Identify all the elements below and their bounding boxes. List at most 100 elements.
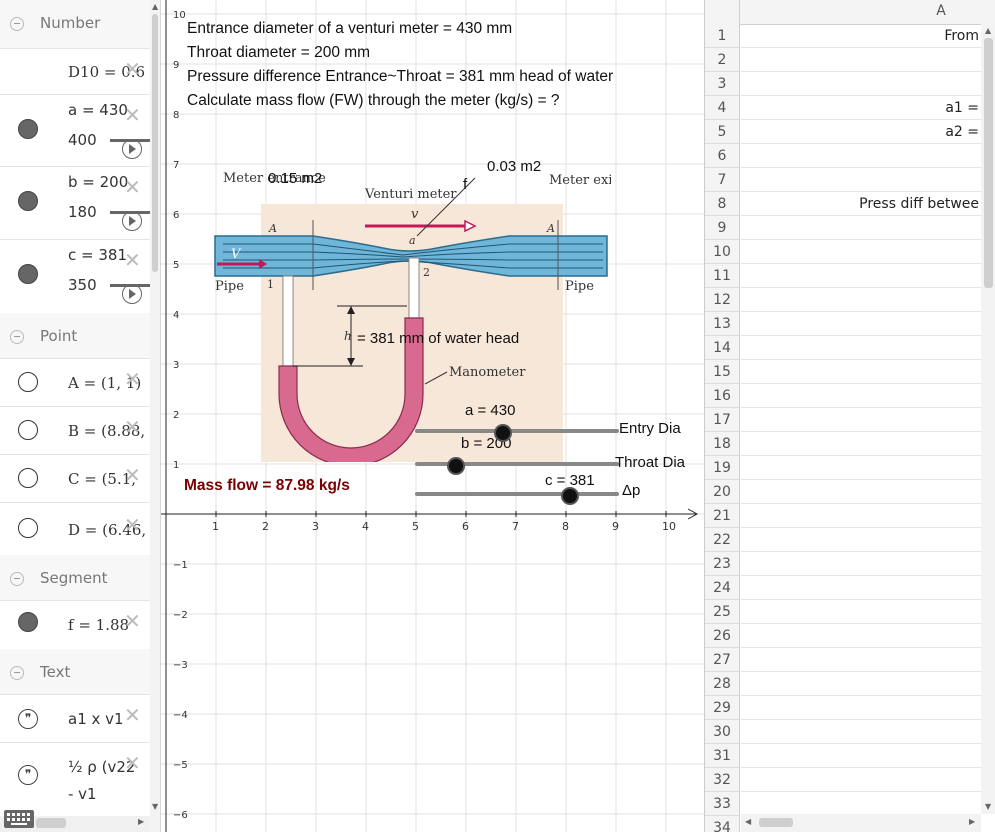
scroll-right-icon[interactable]: ▶ (969, 817, 975, 826)
delete-icon[interactable]: ✕ (124, 367, 141, 391)
spreadsheet-cell[interactable] (741, 600, 981, 624)
visibility-toggle[interactable] (18, 119, 38, 139)
section-text-header[interactable]: Text (0, 649, 150, 697)
spreadsheet-cell[interactable] (741, 168, 981, 192)
problem-statement[interactable]: Entrance diameter of a venturi meter = 4… (187, 17, 613, 113)
spreadsheet-cell[interactable] (741, 672, 981, 696)
spreadsheet-cell[interactable]: Press diff betwee (741, 192, 981, 216)
delete-icon[interactable]: ✕ (124, 609, 141, 633)
quote-icon[interactable]: ❞ (18, 765, 38, 785)
visibility-toggle[interactable] (18, 612, 38, 632)
mass-flow-result[interactable]: Mass flow = 87.98 kg/s (184, 477, 350, 495)
spreadsheet-cell[interactable] (741, 744, 981, 768)
spreadsheet-cell[interactable] (741, 48, 981, 72)
collapse-icon[interactable] (10, 330, 24, 344)
row-header[interactable]: 17 (705, 408, 740, 432)
spreadsheet-cell[interactable] (741, 240, 981, 264)
slider-a-handle[interactable] (493, 424, 512, 442)
spreadsheet-cell[interactable] (741, 432, 981, 456)
spreadsheet-cell[interactable] (741, 648, 981, 672)
row-header[interactable]: 26 (705, 624, 740, 648)
scroll-down-icon[interactable]: ▼ (152, 802, 158, 811)
collapse-icon[interactable] (10, 572, 24, 586)
row-header[interactable]: 20 (705, 480, 740, 504)
row-header[interactable]: 32 (705, 768, 740, 792)
visibility-toggle[interactable] (18, 420, 38, 440)
entry-area-label[interactable]: 0.15 m2 (268, 170, 322, 187)
spreadsheet-cell[interactable] (741, 408, 981, 432)
algebra-hscrollbar-thumb[interactable] (36, 818, 66, 828)
row-header[interactable]: 5 (705, 120, 740, 144)
scroll-right-icon[interactable]: ▶ (138, 817, 144, 826)
algebra-row-b[interactable]: b = 200 ✕ 180 (0, 166, 150, 240)
corner-cell[interactable] (705, 0, 740, 24)
row-header[interactable]: 11 (705, 264, 740, 288)
spreadsheet-cell[interactable] (741, 504, 981, 528)
row-header[interactable]: 24 (705, 576, 740, 600)
visibility-toggle[interactable] (18, 264, 38, 284)
algebra-row-text-2[interactable]: ❞ ½ ρ (v22 - v1 ✕ (0, 742, 150, 813)
spreadsheet-cell[interactable] (741, 312, 981, 336)
row-header[interactable]: 14 (705, 336, 740, 360)
head-label[interactable]: = 381 mm of water head (357, 330, 519, 347)
column-header-a[interactable]: A (741, 3, 995, 19)
visibility-toggle[interactable] (18, 468, 38, 488)
spreadsheet-cell[interactable] (741, 696, 981, 720)
section-segment-header[interactable]: Segment (0, 555, 150, 603)
algebra-row-c[interactable]: c = 381 ✕ 350 (0, 239, 150, 313)
row-header[interactable]: 13 (705, 312, 740, 336)
spreadsheet-cell[interactable] (741, 216, 981, 240)
row-header[interactable]: 28 (705, 672, 740, 696)
slider-c-track[interactable] (415, 492, 619, 496)
section-number-header[interactable]: Number (0, 0, 150, 48)
scroll-up-icon[interactable]: ▲ (152, 2, 158, 11)
algebra-row-point-b[interactable]: B = (8.88, ✕ (0, 406, 150, 455)
spreadsheet-cell[interactable] (741, 264, 981, 288)
row-header[interactable]: 9 (705, 216, 740, 240)
algebra-row-point-d[interactable]: D = (6.46, ✕ (0, 502, 150, 555)
algebra-row-a[interactable]: a = 430 ✕ 400 (0, 94, 150, 167)
throat-area-label[interactable]: 0.03 m2 (487, 158, 541, 175)
algebra-row-segment-f[interactable]: f = 1.88 ✕ (0, 600, 150, 649)
row-header[interactable]: 16 (705, 384, 740, 408)
spreadsheet-cell[interactable]: a1 = (741, 96, 981, 120)
visibility-toggle[interactable] (18, 518, 38, 538)
spreadsheet-cell[interactable] (741, 576, 981, 600)
delete-icon[interactable]: ✕ (124, 463, 141, 487)
row-header[interactable]: 21 (705, 504, 740, 528)
delete-icon[interactable]: ✕ (124, 248, 141, 272)
delete-icon[interactable]: ✕ (124, 751, 141, 775)
spreadsheet-hscrollbar-thumb[interactable] (759, 818, 793, 827)
row-header[interactable]: 15 (705, 360, 740, 384)
row-header[interactable]: 10 (705, 240, 740, 264)
spreadsheet-cell[interactable] (741, 456, 981, 480)
row-header[interactable]: 22 (705, 528, 740, 552)
spreadsheet-cell[interactable] (741, 360, 981, 384)
spreadsheet-cell[interactable] (741, 720, 981, 744)
row-header[interactable]: 12 (705, 288, 740, 312)
collapse-icon[interactable] (10, 666, 24, 680)
quote-icon[interactable]: ❞ (18, 709, 38, 729)
scroll-up-icon[interactable]: ▲ (985, 26, 991, 35)
spreadsheet-cell[interactable] (741, 768, 981, 792)
play-icon[interactable] (122, 139, 142, 159)
row-header[interactable]: 31 (705, 744, 740, 768)
algebra-row-text-1[interactable]: ❞ a1 x v1 ✕ (0, 694, 150, 743)
visibility-toggle[interactable] (18, 372, 38, 392)
visibility-toggle[interactable] (18, 191, 38, 211)
row-header[interactable]: 18 (705, 432, 740, 456)
algebra-row-point-c[interactable]: C = (5.1, ✕ (0, 454, 150, 503)
play-icon[interactable] (122, 284, 142, 304)
row-header[interactable]: 8 (705, 192, 740, 216)
delete-icon[interactable]: ✕ (124, 57, 141, 81)
spreadsheet-cell[interactable] (741, 336, 981, 360)
spreadsheet-cell[interactable] (741, 528, 981, 552)
collapse-icon[interactable] (10, 17, 24, 31)
row-header[interactable]: 23 (705, 552, 740, 576)
spreadsheet-cell[interactable] (741, 624, 981, 648)
row-header[interactable]: 3 (705, 72, 740, 96)
scroll-left-icon[interactable]: ◀ (745, 817, 751, 826)
delete-icon[interactable]: ✕ (124, 415, 141, 439)
slider-b-handle[interactable] (446, 457, 465, 475)
row-header[interactable]: 27 (705, 648, 740, 672)
